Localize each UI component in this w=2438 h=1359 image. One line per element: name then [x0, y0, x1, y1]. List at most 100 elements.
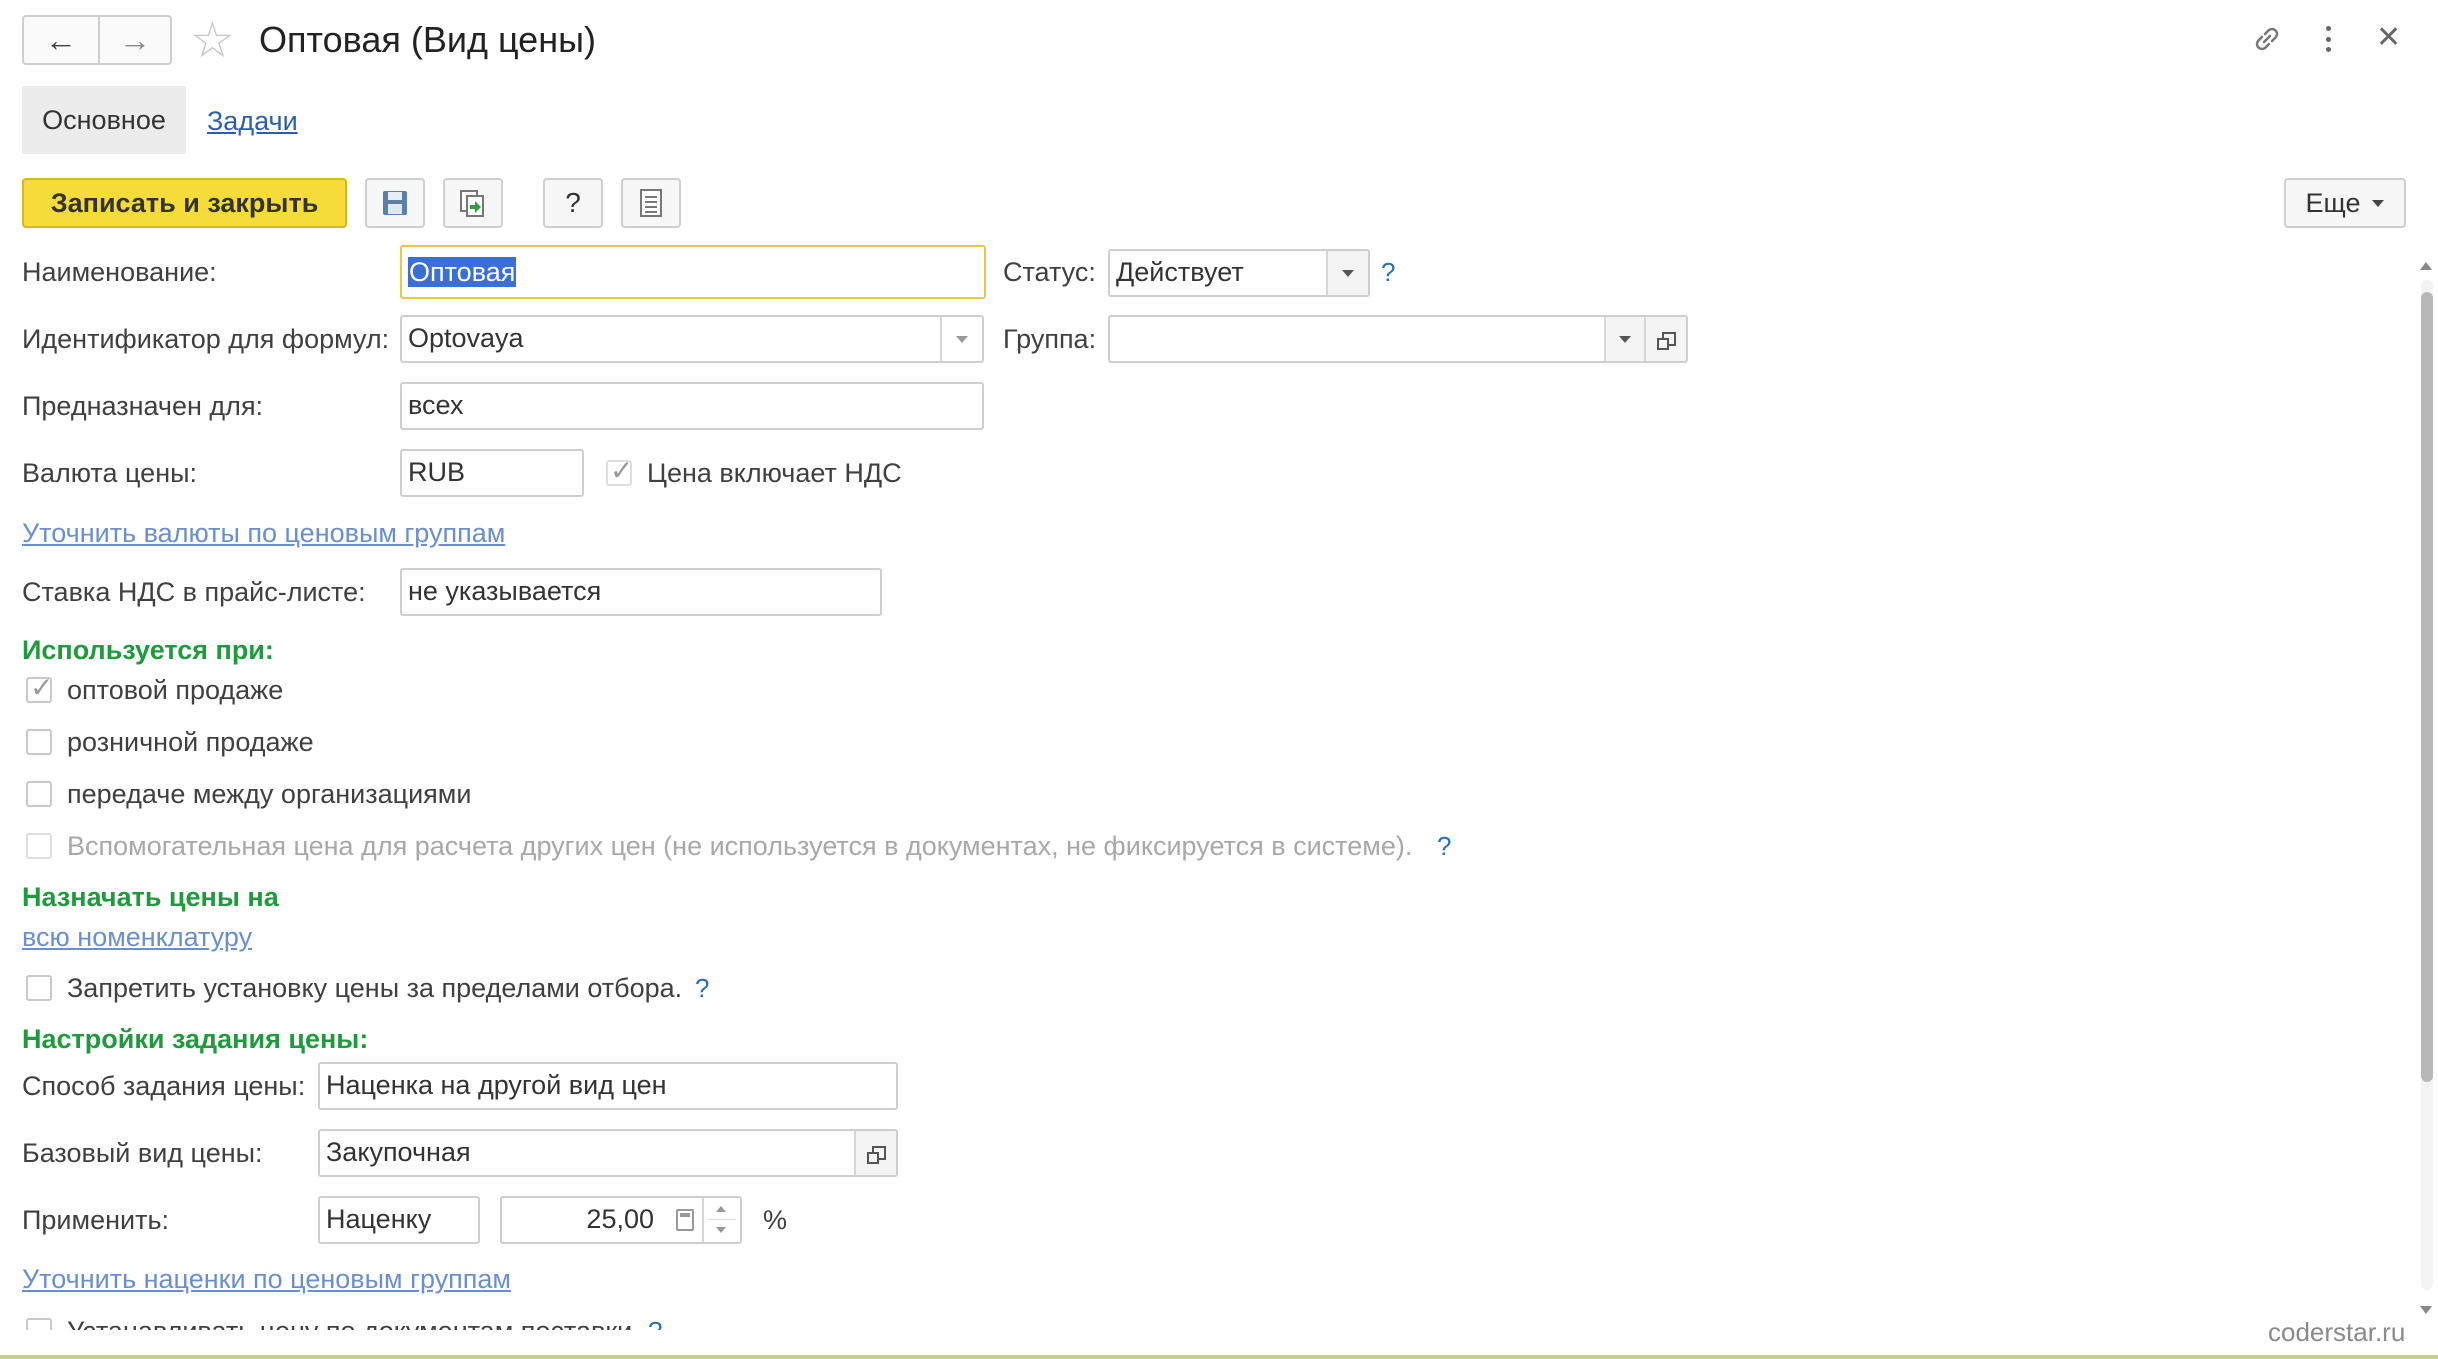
bottom-border: [0, 1355, 2438, 1359]
wholesale-label: оптовой продаже: [67, 675, 284, 705]
auxiliary-help-icon[interactable]: ?: [1437, 829, 1451, 863]
markup-input[interactable]: 25,00: [500, 1196, 742, 1244]
base-price-input[interactable]: Закупочная: [318, 1129, 898, 1177]
more-options-icon[interactable]: [2316, 20, 2340, 58]
vat-rate-label: Ставка НДС в прайс-листе:: [22, 577, 366, 607]
set-from-delivery-checkbox[interactable]: [26, 1318, 52, 1330]
currency-value: RUB: [408, 457, 466, 487]
back-button[interactable]: ←: [24, 17, 100, 63]
used-for-heading: Используется при:: [22, 635, 274, 665]
scroll-up-arrow[interactable]: [2420, 262, 2432, 270]
save-and-close-label: Записать и закрыть: [50, 187, 319, 218]
group-label: Группа:: [1003, 324, 1097, 354]
save-button[interactable]: [365, 178, 425, 228]
group-open-button[interactable]: [1644, 317, 1686, 361]
vat-included-checkbox[interactable]: ✓: [606, 456, 633, 486]
status-help-icon[interactable]: ?: [1381, 255, 1395, 289]
scroll-down-arrow[interactable]: [2420, 1306, 2432, 1314]
status-label: Статус:: [1003, 257, 1096, 287]
identifier-input[interactable]: Optovaya: [400, 315, 984, 363]
close-icon[interactable]: ✕: [2376, 18, 2401, 58]
chevron-down-icon: [1342, 269, 1354, 277]
name-value: Оптовая: [408, 257, 517, 287]
checkmark-icon: ✓: [30, 672, 54, 703]
price-settings-heading: Настройки задания цены:: [22, 1024, 369, 1054]
help-button-label: ?: [565, 187, 581, 218]
apply-label: Применить:: [22, 1205, 170, 1235]
group-dropdown-button[interactable]: [1604, 317, 1644, 361]
calculator-icon[interactable]: [676, 1209, 694, 1231]
set-from-delivery-help-icon[interactable]: ?: [648, 1314, 662, 1330]
vat-rate-value: не указывается: [408, 576, 602, 606]
refine-markup-link[interactable]: Уточнить наценки по ценовым группам: [22, 1262, 511, 1296]
retail-checkbox[interactable]: [26, 729, 52, 755]
status-dropdown-button[interactable]: [1326, 251, 1368, 295]
tab-tasks[interactable]: Задачи: [207, 104, 298, 138]
floppy-disk-icon: [383, 191, 407, 215]
post-button[interactable]: [443, 178, 503, 228]
name-input[interactable]: Оптовая: [400, 245, 986, 299]
base-price-open-button[interactable]: [854, 1131, 896, 1175]
help-button[interactable]: ?: [543, 178, 603, 228]
refine-currency-link[interactable]: Уточнить валюты по ценовым группам: [22, 516, 505, 550]
wholesale-checkbox[interactable]: ✓: [26, 673, 53, 703]
vertical-scrollbar-thumb[interactable]: [2421, 292, 2433, 1082]
intended-for-label: Предназначен для:: [22, 391, 264, 421]
status-value: Действует: [1116, 257, 1244, 287]
assign-prices-heading: Назначать цены на: [22, 882, 279, 912]
favorite-star-icon[interactable]: ☆: [190, 10, 235, 70]
group-input[interactable]: [1108, 315, 1688, 363]
markup-stepper[interactable]: [702, 1198, 740, 1242]
report-list-icon: [640, 189, 662, 217]
price-method-input[interactable]: Наценка на другой вид цен: [318, 1062, 898, 1110]
retail-label: розничной продаже: [67, 727, 314, 757]
currency-label: Валюта цены:: [22, 458, 198, 488]
post-document-icon: [460, 190, 484, 217]
identifier-dropdown-button[interactable]: [940, 317, 982, 361]
stepper-up-icon[interactable]: [716, 1206, 726, 1212]
chevron-down-icon: [2372, 199, 2385, 207]
link-icon[interactable]: [2250, 22, 2284, 56]
open-form-icon: [1657, 332, 1676, 350]
intercompany-checkbox[interactable]: [26, 781, 52, 807]
auxiliary-price-label: Вспомогательная цена для расчета других …: [67, 831, 1413, 861]
percent-sign: %: [763, 1205, 788, 1235]
identifier-label: Идентификатор для формул:: [22, 324, 390, 354]
intended-for-value: всех: [408, 390, 464, 420]
apply-input[interactable]: Наценку: [318, 1196, 480, 1244]
arrow-right-icon: →: [119, 22, 151, 58]
tab-main[interactable]: Основное: [22, 86, 186, 154]
clipped-row: Устанавливать цену по документам поставк…: [0, 1310, 2400, 1330]
vat-rate-input[interactable]: не указывается: [400, 568, 882, 616]
identifier-value: Optovaya: [408, 323, 524, 353]
currency-input[interactable]: RUB: [400, 449, 584, 497]
tab-main-label: Основное: [42, 104, 166, 135]
auxiliary-price-checkbox[interactable]: [26, 833, 52, 859]
intended-for-input[interactable]: всех: [400, 382, 984, 430]
arrow-left-icon: ←: [45, 22, 77, 58]
vertical-scrollbar-track[interactable]: [2421, 280, 2433, 1290]
open-form-icon: [867, 1146, 886, 1164]
apply-value: Наценку: [326, 1204, 432, 1234]
price-method-value: Наценка на другой вид цен: [326, 1070, 667, 1100]
watermark: coderstar.ru: [2268, 1317, 2406, 1347]
scope-link[interactable]: всю номенклатуру: [22, 920, 252, 954]
more-button[interactable]: Еще: [2284, 178, 2406, 228]
more-button-label: Еще: [2305, 187, 2361, 218]
forward-button[interactable]: →: [100, 17, 170, 63]
name-label: Наименование:: [22, 257, 217, 287]
intercompany-label: передаче между организациями: [67, 779, 472, 809]
status-select[interactable]: Действует: [1108, 249, 1370, 297]
stepper-down-icon[interactable]: [716, 1227, 726, 1233]
price-method-label: Способ задания цены:: [22, 1071, 306, 1101]
forbid-outside-filter-checkbox[interactable]: [26, 975, 52, 1001]
window-title: Оптовая (Вид цены): [259, 19, 596, 60]
save-and-close-button[interactable]: Записать и закрыть: [22, 178, 347, 228]
chevron-down-icon: [956, 335, 968, 343]
forbid-outside-filter-label: Запретить установку цены за пределами от…: [67, 973, 683, 1003]
set-from-delivery-label: Устанавливать цену по документам поставк…: [67, 1314, 632, 1330]
report-button[interactable]: [621, 178, 681, 228]
nav-buttons: ← →: [22, 15, 172, 65]
forbid-help-icon[interactable]: ?: [695, 971, 709, 1005]
vat-included-label: Цена включает НДС: [647, 458, 902, 488]
